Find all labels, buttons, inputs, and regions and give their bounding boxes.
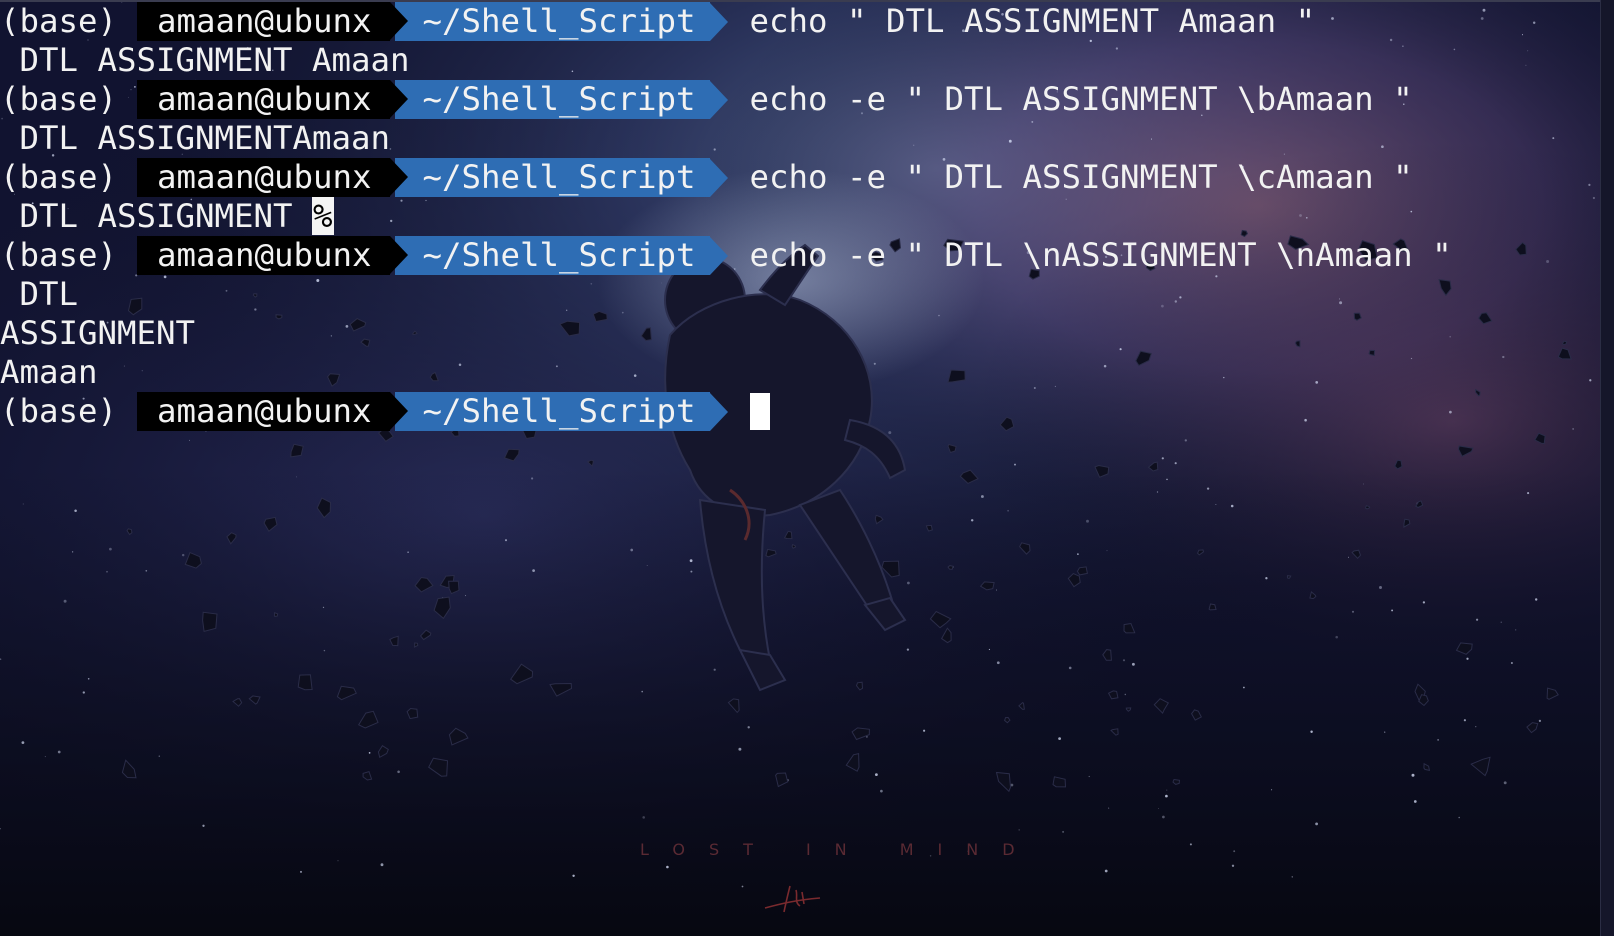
command-text: echo -e " DTL \nASSIGNMENT \nAmaan " — [749, 236, 1452, 274]
prompt-line: (base) amaan@ubunx ~/Shell_Script echo -e "… — [0, 236, 1600, 275]
prompt-user-host: amaan@ubunx — [137, 236, 390, 275]
output-text: DTL ASSIGNMENTAmaan — [0, 119, 391, 157]
output-text: ASSIGNMENT — [0, 314, 196, 352]
prompt-cwd: ~/Shell_Script — [389, 80, 710, 119]
prompt-arrow-icon — [709, 158, 728, 197]
output-line: DTL ASSIGNMENT Amaan — [0, 41, 1600, 80]
output-text: Amaan — [0, 353, 98, 391]
wallpaper-signature-icon — [764, 885, 821, 913]
conda-env-label: (base) — [0, 158, 118, 196]
conda-env-label: (base) — [0, 2, 118, 40]
prompt-line: (base) amaan@ubunx ~/Shell_Script — [0, 392, 1600, 431]
window-top-border — [0, 0, 1614, 2]
output-text: DTL ASSIGNMENT — [0, 197, 313, 235]
output-line: Amaan — [0, 353, 1600, 392]
output-line: DTL — [0, 275, 1600, 314]
output-text: DTL — [0, 275, 79, 313]
no-newline-marker: % — [312, 197, 334, 235]
terminal-output[interactable]: (base) amaan@ubunx ~/Shell_Script echo " DT… — [0, 2, 1600, 431]
output-text: DTL ASSIGNMENT Amaan — [0, 41, 410, 79]
wallpaper-caption: LOST IN MIND — [640, 840, 1039, 859]
text-cursor[interactable] — [749, 393, 770, 430]
prompt-user-host: amaan@ubunx — [137, 392, 390, 431]
prompt-cwd: ~/Shell_Script — [389, 392, 710, 431]
prompt-cwd: ~/Shell_Script — [389, 236, 710, 275]
prompt-arrow-icon — [709, 236, 728, 275]
prompt-user-host: amaan@ubunx — [137, 2, 390, 41]
prompt-line: (base) amaan@ubunx ~/Shell_Script echo " DT… — [0, 2, 1600, 41]
prompt-line: (base) amaan@ubunx ~/Shell_Script echo -e "… — [0, 80, 1600, 119]
prompt-cwd: ~/Shell_Script — [389, 158, 710, 197]
prompt-arrow-icon — [709, 2, 728, 41]
prompt-line: (base) amaan@ubunx ~/Shell_Script echo -e "… — [0, 158, 1600, 197]
command-text: echo -e " DTL ASSIGNMENT \cAmaan " — [749, 158, 1413, 196]
conda-env-label: (base) — [0, 392, 118, 430]
conda-env-label: (base) — [0, 236, 118, 274]
output-line: DTL ASSIGNMENT % — [0, 197, 1600, 236]
prompt-arrow-icon — [709, 80, 728, 119]
prompt-cwd: ~/Shell_Script — [389, 2, 710, 41]
output-line: DTL ASSIGNMENTAmaan — [0, 119, 1600, 158]
conda-env-label: (base) — [0, 80, 118, 118]
prompt-user-host: amaan@ubunx — [137, 158, 390, 197]
window-right-scrollbar[interactable] — [1600, 0, 1614, 936]
command-text: echo " DTL ASSIGNMENT Amaan " — [749, 2, 1316, 40]
prompt-user-host: amaan@ubunx — [137, 80, 390, 119]
command-text: echo -e " DTL ASSIGNMENT \bAmaan " — [749, 80, 1413, 118]
prompt-arrow-icon — [709, 392, 728, 431]
output-line: ASSIGNMENT — [0, 314, 1600, 353]
